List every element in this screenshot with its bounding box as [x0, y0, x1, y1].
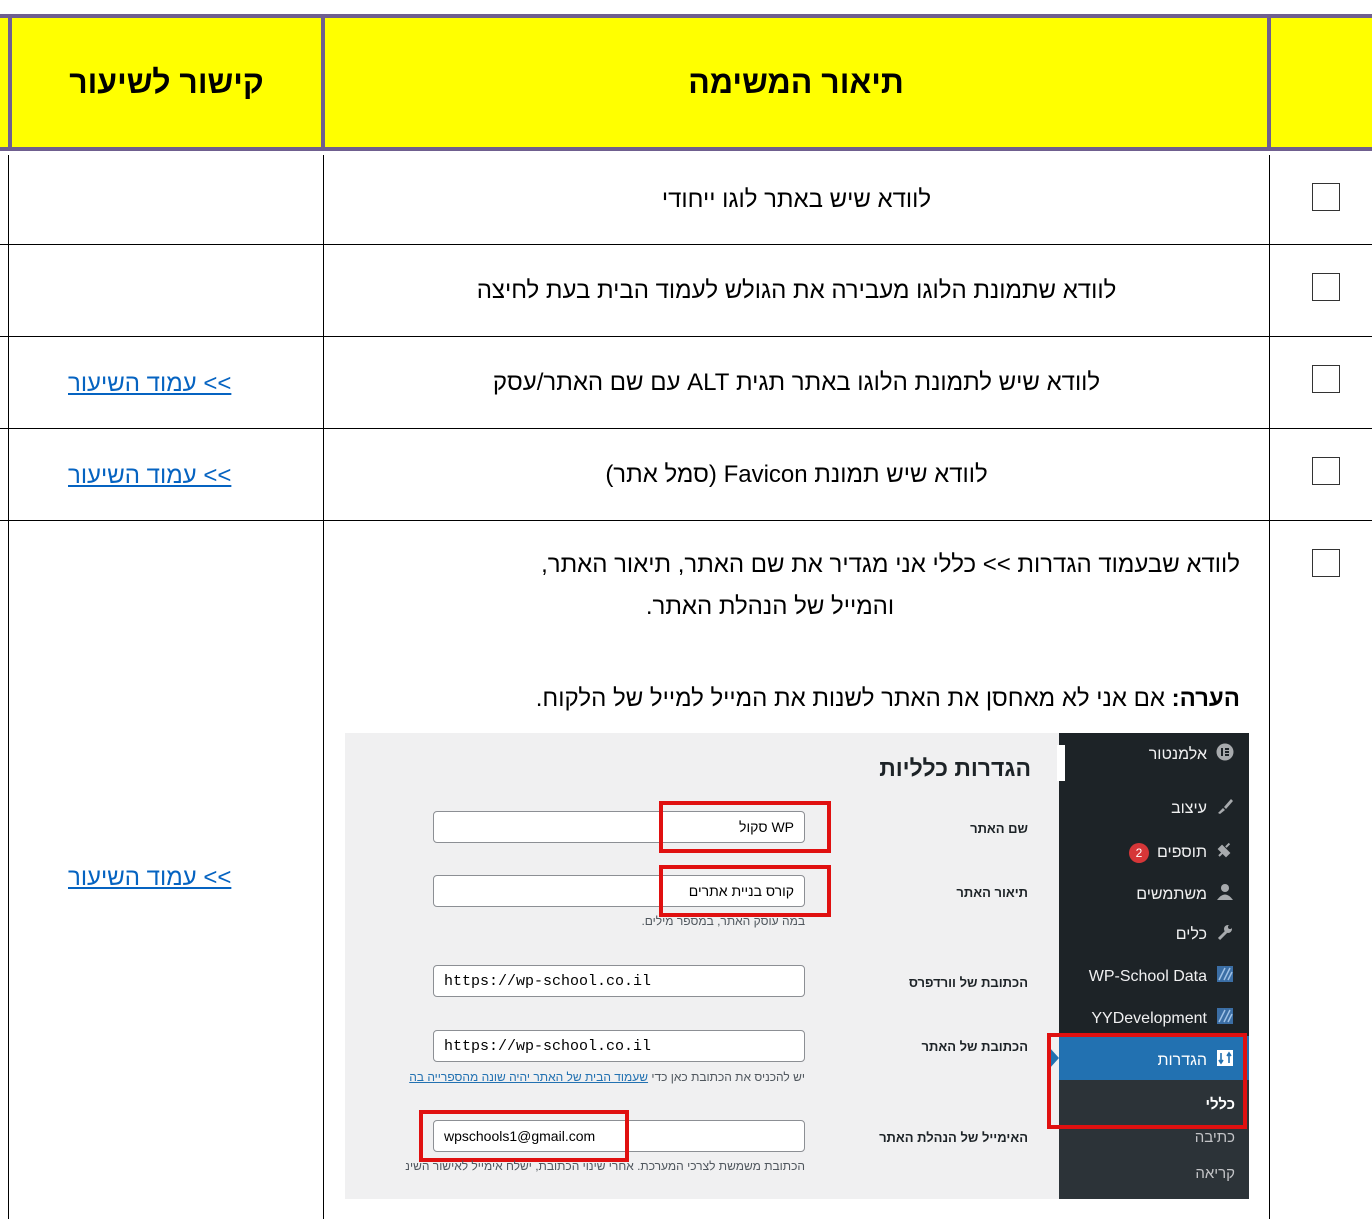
wp-school-icon: [1215, 965, 1235, 988]
site-url-label: הכתובת של האתר: [921, 1039, 1028, 1054]
task-checkbox[interactable]: [1312, 365, 1340, 393]
sidebar-item-label: אלמנטור: [1148, 745, 1207, 763]
sidebar-item-plugins: תוספים 2: [1129, 841, 1235, 864]
tagline-label: תיאור האתר: [956, 885, 1028, 900]
site-name-label: שם האתר: [970, 821, 1028, 836]
submenu-item-reading: קריאה: [1195, 1165, 1235, 1182]
lesson-link[interactable]: >> עמוד השיעור: [68, 370, 231, 398]
header-check-column: [1271, 18, 1372, 147]
settings-page-title: הגדרות כלליות: [879, 755, 1031, 781]
sidebar-item-label: כלים: [1175, 925, 1207, 943]
sidebar-item-label: תוספים: [1157, 843, 1207, 861]
wp-url-label: הכתובת של וורדפרס: [908, 975, 1028, 990]
table-row: לוודא שתמונת הלוגו מעבירה את הגולש לעמוד…: [0, 245, 1372, 337]
lesson-link[interactable]: >> עמוד השיעור: [68, 462, 231, 490]
task-checkbox[interactable]: [1312, 273, 1340, 301]
task-text: לוודא שיש תמונת Favicon (סמל אתר): [605, 461, 988, 488]
highlight-box: [659, 865, 831, 917]
task-checkbox[interactable]: [1312, 549, 1340, 577]
sidebar-item-yydevelopment: YYDevelopment: [1091, 1007, 1235, 1030]
header-link-column: קישור לשיעור: [69, 64, 264, 100]
table-header: קישור לשיעור תיאור המשימה: [0, 14, 1372, 151]
sidebar-item-label: עיצוב: [1171, 799, 1207, 817]
admin-email-help: הכתובת משמשת לצרכי המערכת. אחרי שינוי הכ…: [405, 1159, 805, 1173]
task-text: לוודא שיש באתר לוגו ייחודי: [661, 186, 932, 213]
task-text: לוודא שתמונת הלוגו מעבירה את הגולש לעמוד…: [476, 277, 1117, 304]
yydev-icon: [1215, 1007, 1235, 1030]
submenu-item-writing: כתיבה: [1194, 1129, 1235, 1146]
sidebar-item-label: משתמשים: [1136, 885, 1207, 903]
task-checkbox[interactable]: [1312, 457, 1340, 485]
highlight-box: [659, 801, 831, 853]
lesson-link[interactable]: >> עמוד השיעור: [68, 864, 231, 892]
task-text-line2: והמייל של הנהלת האתר.: [645, 593, 895, 620]
sidebar-edge-fragment: [1057, 745, 1065, 781]
plugins-update-badge: 2: [1129, 842, 1149, 863]
tagline-help: במה עוסק האתר, במספר מילים.: [641, 914, 805, 928]
header-task-column: תיאור המשימה: [688, 64, 904, 100]
task-text-line1: לוודא שבעמוד הגדרות >> כללי אני מגדיר את…: [541, 551, 1240, 578]
site-url-input: https://wp-school.co.il: [433, 1030, 805, 1062]
note-label: הערה:: [1171, 685, 1240, 712]
site-url-help: יש להכניס את הכתובת כאן כדי שעמוד הבית ש…: [409, 1070, 805, 1084]
site-url-help-text: יש להכניס את הכתובת כאן כדי: [648, 1070, 805, 1084]
wordpress-settings-screenshot: אלמנטור עיצוב תוספים 2 משתמשים כלים WP-S…: [345, 733, 1249, 1199]
plugin-icon: [1215, 841, 1235, 864]
wp-admin-sidebar: אלמנטור עיצוב תוספים 2 משתמשים כלים WP-S…: [1049, 733, 1249, 1199]
wrench-icon: [1215, 923, 1235, 946]
table-row: לוודא שיש באתר לוגו ייחודי: [0, 155, 1372, 245]
sidebar-item-appearance: עיצוב: [1171, 797, 1235, 820]
site-url-help-link: שעמוד הבית של האתר יהיה שונה מהספרייה בה: [409, 1070, 649, 1084]
elementor-icon: [1215, 743, 1235, 766]
users-icon: [1215, 883, 1235, 906]
sidebar-item-label: WP-School Data: [1088, 967, 1207, 985]
table-row: לוודא שיש תמונת Favicon (סמל אתר) >> עמו…: [0, 429, 1372, 521]
task-text: לוודא שיש לתמונת הלוגו באתר תגית ALT עם …: [492, 369, 1101, 396]
sidebar-item-tools: כלים: [1176, 923, 1235, 946]
note-text: אם אני לא מאחסן את האתר לשנות את המייל ל…: [535, 685, 1172, 712]
task-note: הערה: אם אני לא מאחסן את האתר לשנות את ה…: [340, 685, 1240, 713]
task-checkbox[interactable]: [1312, 183, 1340, 211]
brush-icon: [1215, 797, 1235, 820]
wp-url-input: https://wp-school.co.il: [433, 965, 805, 997]
table-row: לוודא שיש לתמונת הלוגו באתר תגית ALT עם …: [0, 337, 1372, 429]
admin-email-label: האימייל של הנהלת האתר: [879, 1130, 1028, 1145]
highlight-box: [419, 1110, 629, 1162]
highlight-box: [1047, 1033, 1247, 1129]
sidebar-item-elementor: אלמנטור: [1149, 743, 1235, 766]
sidebar-item-label: YYDevelopment: [1091, 1009, 1207, 1027]
sidebar-item-users: משתמשים: [1136, 883, 1235, 906]
sidebar-item-wp-school-data: WP-School Data: [1089, 965, 1235, 988]
